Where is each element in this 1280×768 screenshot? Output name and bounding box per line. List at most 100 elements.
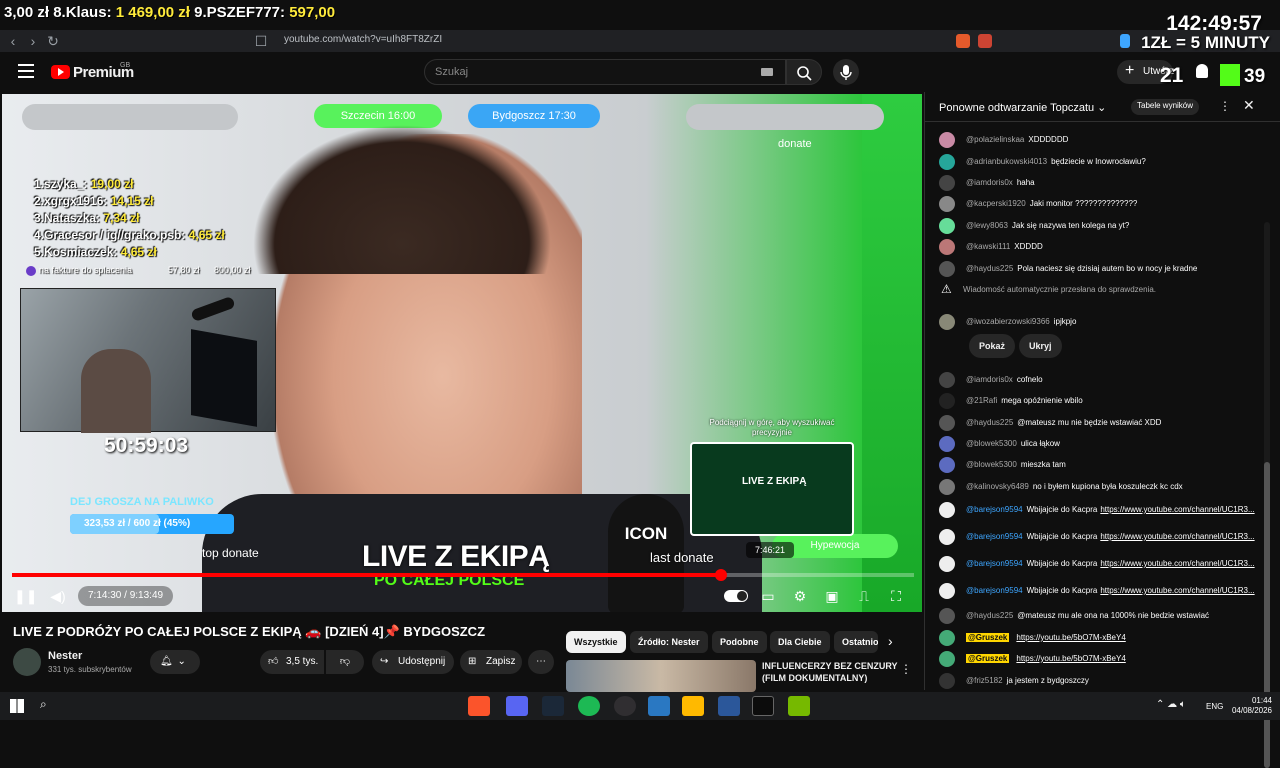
chat-username[interactable]: @kalinovsky6489 [966,482,1029,491]
avatar[interactable] [939,218,955,234]
progress-bar[interactable] [12,569,914,581]
more-actions-button[interactable]: ⋯ [528,650,554,674]
extension-icon[interactable] [978,34,992,48]
chat-scrollbar-thumb[interactable] [1264,462,1270,768]
volume-icon[interactable]: ◀) [48,586,68,606]
chip-source[interactable]: Źródło: Nester [630,631,708,653]
chat-username[interactable]: @polazielinskaa [966,135,1024,144]
avatar[interactable] [939,261,955,277]
discord-icon[interactable] [506,696,528,716]
avatar[interactable] [939,372,955,388]
extension-icon[interactable] [1120,34,1130,48]
chat-username[interactable]: @blowek5300 [966,460,1017,469]
chat-username[interactable]: @haydus225 [966,264,1013,273]
avatar[interactable] [939,314,955,330]
chat-username[interactable]: @blowek5300 [966,439,1017,448]
obs-icon[interactable] [614,696,636,716]
autoplay-toggle[interactable] [724,590,748,602]
chat-username[interactable]: @barejson9594 [966,505,1023,514]
vscode-icon[interactable] [648,696,670,716]
avatar[interactable] [939,502,955,518]
recommendation-title[interactable]: INFLUENCERZY BEZ CENZURY (FILM DOKUMENTA… [762,660,902,684]
miniplayer-icon[interactable]: ▣ [822,586,842,606]
chat-username[interactable]: @barejson9594 [966,559,1023,568]
back-icon[interactable]: ‹ [4,32,22,50]
chat-username[interactable]: @lewy8063 [966,221,1008,230]
avatar[interactable] [939,556,955,572]
chat-username[interactable]: @haydus225 [966,611,1013,620]
pause-icon[interactable]: ❚❚ [14,586,37,606]
leaderboard-button[interactable]: Tabele wyników [1131,99,1200,115]
chat-username[interactable]: @adrianbukowski4013 [966,157,1047,166]
chat-username[interactable]: @barejson9594 [966,586,1023,595]
chat-username[interactable]: @21Rafi [966,396,997,405]
voice-search-button[interactable] [833,59,859,85]
avatar[interactable] [939,154,955,170]
progress-scrubber[interactable] [714,569,727,581]
notifications-icon[interactable] [1196,64,1208,78]
chat-username[interactable]: @iamdoris0x [966,178,1013,187]
system-tray-icons[interactable]: ⌃ ☁ 🔈︎ [1156,699,1186,710]
avatar[interactable] [939,673,955,689]
avatar[interactable] [939,529,955,545]
show-button[interactable]: Pokaż [969,334,1016,358]
chat-username[interactable]: @iwozabierzowski9366 [966,317,1050,326]
chip-similar[interactable]: Podobne [712,631,767,653]
avatar[interactable] [939,239,955,255]
keyboard-icon[interactable] [761,68,773,76]
reload-icon[interactable]: ↻ [44,32,62,50]
terminal-icon[interactable] [752,696,774,716]
chat-username[interactable]: @kawski111 [966,242,1010,251]
chat-link[interactable]: https://www.youtube.com/channel/UC1R3... [1100,505,1254,514]
chat-username[interactable]: @barejson9594 [966,532,1023,541]
more-vert-icon[interactable]: ⋮ [1219,99,1231,113]
avatar[interactable] [939,630,955,646]
brave-shield-icon[interactable] [956,34,970,48]
avatar[interactable] [939,132,955,148]
chat-username[interactable]: @Gruszek [966,633,1010,642]
cast-icon[interactable]: ⎍ [854,586,874,606]
chat-username[interactable]: @haydus225 [966,418,1013,427]
fullscreen-icon[interactable]: ⛶ [886,586,906,606]
brave-icon[interactable] [468,696,490,716]
menu-icon[interactable] [18,64,34,78]
subtitles-icon[interactable]: ▭ [758,586,778,606]
chat-link[interactable]: https://youtu.be/5bO7M-xBeY4 [1016,633,1125,642]
chevron-right-icon[interactable]: › [888,633,893,649]
chat-username[interactable]: @kacperski1920 [966,199,1026,208]
more-vert-icon[interactable]: ⋮ [900,662,912,676]
spotify-icon[interactable] [578,696,600,716]
chip-recent[interactable]: Ostatnio [834,631,878,653]
save-button[interactable]: ⊞ Zapisz [460,650,522,674]
chat-link[interactable]: https://www.youtube.com/channel/UC1R3... [1100,559,1254,568]
like-button[interactable]: 👍︎ 3,5 tys. [260,650,324,674]
nvidia-icon[interactable] [788,696,810,716]
steam-icon[interactable] [542,696,564,716]
bookmark-icon[interactable]: ☐ [252,32,270,50]
avatar[interactable] [939,415,955,431]
search-button[interactable] [786,59,822,85]
avatar[interactable] [939,457,955,473]
app-icon[interactable] [718,696,740,716]
video-player[interactable]: Szczecin 16:00 Bydgoszcz 17:30 donate IC… [2,94,922,612]
avatar[interactable] [939,175,955,191]
avatar[interactable] [939,608,955,624]
forward-icon[interactable]: › [24,32,42,50]
subscribed-button[interactable]: 🔔︎ ⌄ [150,650,200,674]
chip-for-you[interactable]: Dla Ciebie [770,631,830,653]
chat-username[interactable]: @Gruszek [966,654,1010,663]
channel-name[interactable]: Nester [48,650,82,662]
avatar[interactable] [939,436,955,452]
windows-start-icon[interactable] [10,699,24,713]
avatar[interactable] [939,583,955,599]
chat-link[interactable]: https://youtu.be/5bO7M-xBeY4 [1016,654,1125,663]
close-icon[interactable]: ✕ [1243,97,1255,114]
avatar[interactable] [939,393,955,409]
search-input[interactable]: Szukaj [424,59,786,85]
search-icon[interactable]: ⌕ [40,697,47,712]
chat-username[interactable]: @iamdoris0x [966,375,1013,384]
avatar[interactable] [13,648,41,676]
avatar[interactable] [939,196,955,212]
youtube-logo-icon[interactable] [51,65,70,79]
url-field[interactable]: youtube.com/watch?v=uIh8FT8ZrZI [284,34,442,45]
